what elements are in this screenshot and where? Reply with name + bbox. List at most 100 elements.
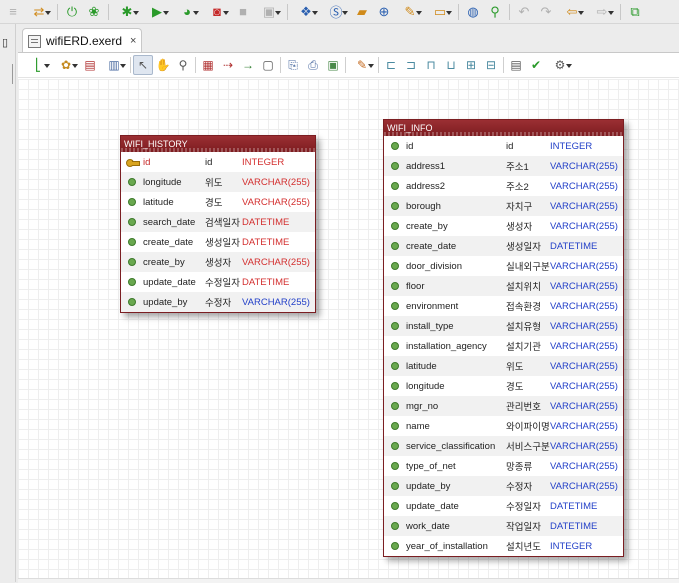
note-icon[interactable]: ▤ [80,55,100,75]
build-icon[interactable]: ✎ [395,2,425,22]
toolbar-separator [108,3,109,20]
column-row[interactable]: create_date 생성일자 DATETIME [384,236,623,256]
sync-icon[interactable]: ⇄ [24,2,54,22]
tab-wifierd[interactable]: wifiERD.exerd × [22,28,142,53]
column-logical-name: 수정일자 [205,278,240,289]
search-icon[interactable]: ⚲ [484,2,506,22]
globe-icon[interactable]: ◍ [462,2,484,22]
entity-wifi-history[interactable]: WIFI_HISTORY id id INTEGER longitude 위도 VARCH… [120,135,316,313]
open-icon[interactable]: ▭ [425,2,455,22]
align-center-icon[interactable]: ⊐ [401,55,421,75]
zoom-icon[interactable]: ⚲ [173,55,193,75]
column-row[interactable]: longitude 위도 VARCHAR(255) [121,172,315,192]
column-row[interactable]: create_by 생성자 VARCHAR(255) [121,252,315,272]
align-top-icon[interactable]: ⊔ [441,55,461,75]
entity-wifi-info[interactable]: WIFI_INFO id id INTEGER address1 주소1 VARCHAR(… [383,119,624,557]
column-row[interactable]: borough 자치구 VARCHAR(255) [384,196,623,216]
column-row[interactable]: update_by 수정자 VARCHAR(255) [121,292,315,312]
open-folder-icon[interactable]: ▰ [351,2,373,22]
new-class-icon[interactable]: ❖ [291,2,321,22]
column-icon [128,218,136,226]
maximize-icon[interactable]: ⧉ [624,2,646,22]
erd-canvas[interactable]: WIFI_HISTORY id id INTEGER longitude 위도 VARCH… [18,79,679,583]
select-pointer-icon[interactable]: ↖ [133,55,153,75]
table-icon[interactable]: ▦ [198,55,218,75]
column-row[interactable]: year_of_installation 설치년도 INTEGER [384,536,623,556]
list-icon[interactable]: ≡ [2,2,24,22]
close-icon[interactable]: × [130,35,136,47]
fk-icon[interactable]: → [238,55,258,75]
column-row[interactable]: update_date 수정일자 DATETIME [121,272,315,292]
palette-icon[interactable]: ✿ [52,55,80,75]
column-row[interactable]: address1 주소1 VARCHAR(255) [384,156,623,176]
column-row[interactable]: id id INTEGER [384,136,623,156]
erd-file-icon [28,34,41,48]
column-row[interactable]: update_date 수정일자 DATETIME [384,496,623,516]
prev-edit-icon[interactable]: ⇦ [557,2,587,22]
next-edit-icon: ⇨ [587,2,617,22]
power-icon[interactable]: ⏻ [61,2,83,22]
comment-icon[interactable]: ▢ [258,55,278,75]
column-type: VARCHAR(255) [550,180,618,192]
column-logical-name: id [205,156,213,168]
column-icon [391,482,399,490]
column-row[interactable]: door_division 실내외구분 VARCHAR(255) [384,256,623,276]
column-icon [391,282,399,290]
open-type-icon[interactable]: ⊕ [373,2,395,22]
page-icon[interactable]: ▥ [100,55,128,75]
column-physical-name: service_classification [406,440,496,452]
column-logical-name: 경도 [506,382,524,393]
panel-divider [12,64,13,84]
column-row[interactable]: create_date 생성일자 DATETIME [121,232,315,252]
coverage-icon[interactable]: ◙ [202,2,232,22]
column-row[interactable]: install_type 설치유형 VARCHAR(255) [384,316,623,336]
column-type: VARCHAR(255) [550,420,618,432]
column-row[interactable]: address2 주소2 VARCHAR(255) [384,176,623,196]
document-icon[interactable]: ▤ [506,55,526,75]
column-row[interactable]: longitude 경도 VARCHAR(255) [384,376,623,396]
toolbar-separator [458,3,459,20]
check-icon[interactable]: ✔ [526,55,546,75]
column-row[interactable]: update_by 수정자 VARCHAR(255) [384,476,623,496]
column-logical-name: 생성자 [506,222,533,233]
column-type: VARCHAR(255) [242,296,310,308]
column-row[interactable]: installation_agency 설치기관 VARCHAR(255) [384,336,623,356]
column-row[interactable]: mgr_no 관리번호 VARCHAR(255) [384,396,623,416]
run-icon[interactable]: ▶ [142,2,172,22]
align-left-icon[interactable]: ⊏ [381,55,401,75]
column-row[interactable]: work_date 작업일자 DATETIME [384,516,623,536]
image-icon[interactable]: ▣ [323,55,343,75]
column-type: VARCHAR(255) [550,460,618,472]
layer-icon[interactable]: ⎣ [24,55,52,75]
column-icon [391,362,399,370]
column-row[interactable]: service_classification 서비스구분 VARCHAR(255) [384,436,623,456]
align-right-icon[interactable]: ⊓ [421,55,441,75]
relation-icon[interactable]: ⇢ [218,55,238,75]
align-bottom-icon[interactable]: ⊟ [481,55,501,75]
column-row[interactable]: create_by 생성자 VARCHAR(255) [384,216,623,236]
copy-icon[interactable]: ⎘ [283,55,303,75]
spring-icon[interactable]: ❀ [83,2,105,22]
column-icon [391,402,399,410]
column-physical-name: create_by [143,256,185,268]
column-row[interactable]: id id INTEGER [121,152,315,172]
column-physical-name: create_date [143,236,194,248]
print-icon[interactable]: ⎙ [303,55,323,75]
column-row[interactable]: floor 설치위치 VARCHAR(255) [384,276,623,296]
column-physical-name: install_type [406,320,454,332]
column-icon [391,142,399,150]
column-row[interactable]: search_date 검색일자 DATETIME [121,212,315,232]
color-icon[interactable]: ✎ [348,55,376,75]
profile-icon[interactable]: ◕ [172,2,202,22]
settings-icon[interactable]: ⚙ [546,55,574,75]
column-row[interactable]: type_of_net 망종류 VARCHAR(255) [384,456,623,476]
align-middle-icon[interactable]: ⊞ [461,55,481,75]
column-row[interactable]: latitude 경도 VARCHAR(255) [121,192,315,212]
new-element-icon[interactable]: Ⓢ [321,2,351,22]
debug-icon[interactable]: ✱ [112,2,142,22]
column-row[interactable]: latitude 위도 VARCHAR(255) [384,356,623,376]
column-row[interactable]: name 와이파이명 VARCHAR(255) [384,416,623,436]
column-row[interactable]: environment 접속환경 VARCHAR(255) [384,296,623,316]
toolbar-separator [287,3,288,20]
hand-icon[interactable]: ✋ [153,55,173,75]
